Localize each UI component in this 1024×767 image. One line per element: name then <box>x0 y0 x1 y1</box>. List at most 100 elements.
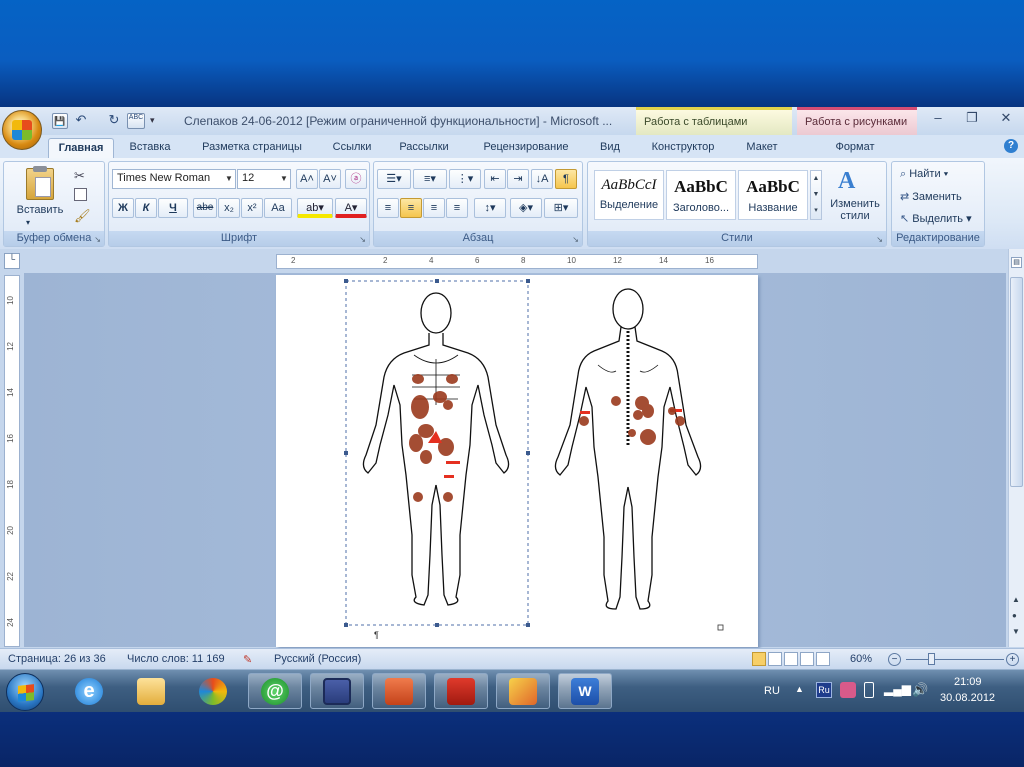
paste-dropdown-icon[interactable]: ▾ <box>26 218 30 227</box>
strikethrough-button[interactable]: abe <box>193 198 217 218</box>
zoom-in-icon[interactable]: + <box>1006 653 1019 666</box>
chevron-down-icon[interactable]: ▼ <box>278 170 290 188</box>
taskbar-explorer[interactable] <box>124 673 178 709</box>
change-styles-button[interactable]: Изменить стили <box>826 198 884 222</box>
replace-button[interactable]: ⇄ Заменить <box>900 190 962 203</box>
line-spacing-button[interactable]: ↕▾ <box>474 198 506 218</box>
tab-view[interactable]: Вид <box>590 138 630 158</box>
subscript-button[interactable]: x₂ <box>218 198 240 218</box>
scroll-up-icon[interactable]: ▲ <box>1012 595 1020 604</box>
tab-references[interactable]: Ссылки <box>320 138 384 158</box>
dialog-launcher-icon[interactable]: ↘ <box>876 235 883 244</box>
style-title[interactable]: AaBbC Название <box>738 170 808 220</box>
paste-icon[interactable] <box>26 166 54 200</box>
vertical-scrollbar[interactable]: ▤ ▲ ● ▼ <box>1008 249 1024 647</box>
zoom-level[interactable]: 60% <box>850 653 872 665</box>
cut-icon[interactable]: ✂ <box>74 168 85 184</box>
document-page[interactable]: ¶ <box>276 275 758 647</box>
borders-button[interactable]: ⊞▾ <box>544 198 578 218</box>
input-language[interactable]: RU <box>764 685 780 697</box>
align-right-button[interactable]: ≡ <box>423 198 445 218</box>
draft-view-icon[interactable] <box>816 652 830 666</box>
tab-home[interactable]: Главная <box>48 138 114 158</box>
taskbar-save[interactable] <box>310 673 364 709</box>
full-screen-view-icon[interactable] <box>768 652 782 666</box>
underline-button[interactable]: Ч <box>158 198 188 218</box>
horizontal-ruler[interactable]: 2 2 4 6 8 10 12 14 16 <box>276 254 758 269</box>
bullets-button[interactable]: ☰▾ <box>377 169 411 189</box>
clock-date[interactable]: 30.08.2012 <box>940 692 995 704</box>
select-button[interactable]: ↖ Выделить ▾ <box>900 212 972 225</box>
show-marks-button[interactable]: ¶ <box>555 169 577 189</box>
justify-button[interactable]: ≡ <box>446 198 468 218</box>
tab-mailings[interactable]: Рассылки <box>392 138 456 158</box>
clock-time[interactable]: 21:09 <box>954 676 982 688</box>
vertical-ruler[interactable]: 10 12 14 16 18 20 22 24 <box>4 275 20 647</box>
spellcheck-icon[interactable]: ABC <box>127 113 145 129</box>
taskbar-acrobat[interactable] <box>434 673 488 709</box>
keyboard-layout-badge[interactable]: Ru <box>816 682 832 698</box>
italic-button[interactable]: К <box>135 198 157 218</box>
shading-button[interactable]: ◈▾ <box>510 198 542 218</box>
browse-object-icon[interactable]: ● <box>1012 611 1017 620</box>
network-signal-icon[interactable]: ▂▄▆ <box>884 682 911 696</box>
font-color-button[interactable]: A▾ <box>335 198 367 218</box>
decrease-indent-button[interactable]: ⇤ <box>484 169 506 189</box>
copy-icon[interactable] <box>74 188 87 201</box>
zoom-slider-track[interactable] <box>906 659 1004 660</box>
page-count[interactable]: Страница: 26 из 36 <box>8 653 106 665</box>
style-heading[interactable]: AaBbC Заголово... <box>666 170 736 220</box>
find-button[interactable]: ⌕ Найти ▾ <box>900 168 948 181</box>
multilevel-list-button[interactable]: ⋮▾ <box>449 169 481 189</box>
sort-button[interactable]: ↓A <box>531 169 553 189</box>
web-view-icon[interactable] <box>784 652 798 666</box>
change-case-button[interactable]: Aa <box>264 198 292 218</box>
language-indicator[interactable]: Русский (Россия) <box>274 653 361 665</box>
taskbar-powerpoint[interactable] <box>372 673 426 709</box>
tab-page-layout[interactable]: Разметка страницы <box>190 138 314 158</box>
word-count[interactable]: Число слов: 11 169 <box>127 653 225 665</box>
change-styles-icon[interactable]: A <box>838 168 855 195</box>
taskbar-paint[interactable] <box>186 673 240 709</box>
dialog-launcher-icon[interactable]: ↘ <box>359 235 366 244</box>
scrollbar-thumb[interactable] <box>1010 277 1023 487</box>
scroll-down-icon[interactable]: ▼ <box>1012 627 1020 636</box>
save-icon[interactable]: 💾 <box>52 113 68 129</box>
outline-view-icon[interactable] <box>800 652 814 666</box>
office-button[interactable] <box>2 110 42 150</box>
tray-app-icon[interactable] <box>840 682 856 698</box>
tab-layout[interactable]: Макет <box>736 138 788 158</box>
paste-button-label[interactable]: Вставить <box>12 204 68 216</box>
chevron-down-icon[interactable]: ▼ <box>223 170 235 188</box>
bold-button[interactable]: Ж <box>112 198 134 218</box>
battery-icon[interactable] <box>864 682 874 698</box>
dialog-launcher-icon[interactable]: ↘ <box>94 235 101 244</box>
styles-gallery-scroll[interactable]: ▲ ▼ ▾ <box>810 170 822 220</box>
tab-selector[interactable]: └ <box>4 253 20 269</box>
close-button[interactable]: ✕ <box>994 110 1018 128</box>
highlight-button[interactable]: ab▾ <box>297 198 333 218</box>
help-icon[interactable]: ? <box>1004 139 1018 153</box>
tab-review[interactable]: Рецензирование <box>470 138 582 158</box>
font-size-combo[interactable]: 12 ▼ <box>237 169 291 189</box>
start-button[interactable] <box>6 673 44 711</box>
tab-insert[interactable]: Вставка <box>120 138 180 158</box>
shrink-font-button[interactable]: A˅ <box>319 169 341 189</box>
style-emphasis[interactable]: AaBbCcI Выделение <box>594 170 664 220</box>
zoom-out-icon[interactable]: − <box>888 653 901 666</box>
superscript-button[interactable]: x² <box>241 198 263 218</box>
qat-customize-icon[interactable]: ▾ <box>150 115 155 126</box>
restore-button[interactable]: ❐ <box>960 110 984 128</box>
align-center-button[interactable]: ≡ <box>400 198 422 218</box>
taskbar-mail-agent[interactable]: @ <box>248 673 302 709</box>
taskbar-word[interactable]: W <box>558 673 612 709</box>
font-name-combo[interactable]: Times New Roman ▼ <box>112 169 236 189</box>
proofing-icon[interactable]: ✎ <box>243 653 252 666</box>
format-painter-icon[interactable]: 🖌 <box>74 208 91 224</box>
zoom-slider-thumb[interactable] <box>928 653 935 665</box>
tab-format[interactable]: Формат <box>822 138 888 158</box>
dialog-launcher-icon[interactable]: ↘ <box>572 235 579 244</box>
numbering-button[interactable]: ≡▾ <box>413 169 447 189</box>
align-left-button[interactable]: ≡ <box>377 198 399 218</box>
grow-font-button[interactable]: A˄ <box>296 169 318 189</box>
